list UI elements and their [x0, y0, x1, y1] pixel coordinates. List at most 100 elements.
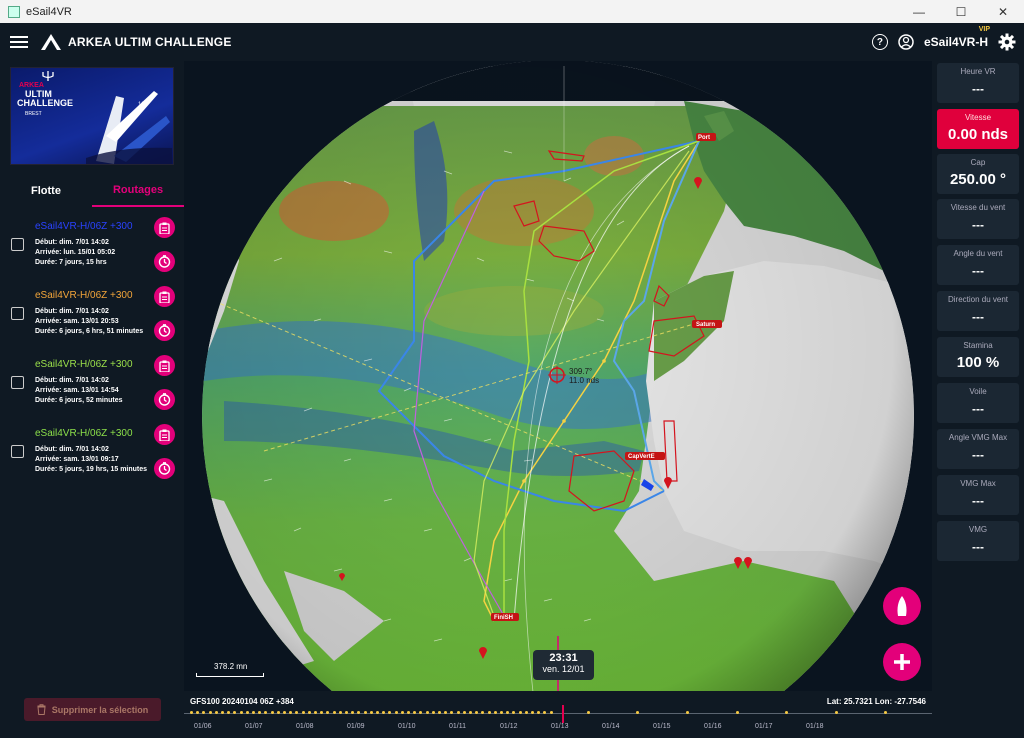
app-title: ARKEA ULTIM CHALLENGE [68, 35, 232, 49]
cursor-crosshair: 309.7° 11.0 nds [548, 366, 599, 385]
timeline-dot [431, 711, 435, 714]
timeline-dot [307, 711, 311, 714]
stat-label: Angle VMG Max [948, 433, 1008, 442]
stat-value: 250.00 ° [949, 171, 1007, 188]
timeline-dot [891, 711, 894, 714]
timeline-dot [779, 711, 782, 714]
current-date: ven. 12/01 [542, 664, 585, 674]
menu-icon[interactable] [10, 33, 28, 51]
timeline-dot [735, 711, 739, 714]
date-label: 01/06 [194, 723, 212, 730]
user-icon[interactable] [898, 34, 914, 50]
route-item: eSail4VR-H/06Z +300 Début: dim. 7/01 14:… [0, 355, 184, 423]
boat-icon [897, 596, 907, 616]
route-arrival: Arrivée: sam. 13/01 14:54 [35, 387, 119, 394]
timeline-cursor[interactable] [562, 705, 564, 723]
stat-label: Voile [969, 387, 987, 396]
globe-view[interactable]: Port Saturn CapVertE FiniSH 309.7° 11.0 … [184, 61, 932, 691]
timeline-bar[interactable]: GFS100 20240104 06Z +384 Lat: 25.7321 Lo… [184, 691, 932, 738]
route-checkbox[interactable] [11, 445, 24, 458]
arkea-logo-icon [41, 34, 61, 50]
delete-selection-label: Supprimer la sélection [51, 704, 149, 715]
timeline-dot [462, 711, 466, 714]
maximize-button[interactable]: ☐ [940, 0, 982, 23]
timeline-dot [493, 711, 497, 714]
trash-icon [37, 704, 46, 715]
timeline-dot [717, 711, 720, 714]
route-checkbox[interactable] [11, 307, 24, 320]
clipboard-icon[interactable] [154, 286, 175, 307]
timer-icon[interactable] [154, 389, 175, 410]
stat-label: VMG Max [960, 479, 996, 488]
route-checkbox[interactable] [11, 376, 24, 389]
app-window: eSail4VR — ☐ ✕ ARKEA ULTIM CHALLENGE ? e… [0, 0, 1024, 738]
stat-label: Vitesse du vent [950, 203, 1006, 212]
current-time: 23:31 [549, 652, 578, 664]
timeline-dot [829, 711, 832, 714]
stat-vitesse: Vitesse 0.00 nds [937, 109, 1019, 149]
trident-logo-icon [42, 71, 54, 81]
route-duration: Durée: 7 jours, 15 hrs [35, 259, 107, 266]
help-icon[interactable]: ? [871, 34, 888, 50]
boat-center-button[interactable] [883, 587, 921, 625]
stat-value: --- [972, 264, 984, 278]
timeline-dot [363, 711, 367, 714]
timeline-dot [301, 711, 305, 714]
stat-label: Heure VR [960, 67, 996, 76]
stat-label: Cap [970, 158, 986, 167]
timeline-dot [922, 711, 925, 714]
date-label: 01/07 [245, 723, 263, 730]
date-label: 01/13 [551, 723, 569, 730]
svg-text:10: 10 [138, 102, 145, 108]
minimize-button[interactable]: — [898, 0, 940, 23]
timeline-dot [841, 711, 844, 714]
timeline-dot [643, 711, 646, 714]
date-label: 01/11 [449, 723, 466, 730]
timeline-dot [556, 711, 559, 714]
tab-flotte[interactable]: Flotte [0, 175, 92, 207]
vip-badge: VIP [978, 26, 990, 33]
stat-label: Angle du vent [953, 249, 1003, 258]
banner-line2: ULTIM CHALLENGE [17, 90, 73, 108]
timeline-dot [332, 711, 336, 714]
app-header: ARKEA ULTIM CHALLENGE ? eSail4VR-H VIP [0, 23, 1024, 61]
clipboard-icon[interactable] [154, 355, 175, 376]
timer-icon[interactable] [154, 320, 175, 341]
gear-icon[interactable] [998, 33, 1016, 51]
date-label: 01/14 [602, 723, 620, 730]
cursor-heading: 309.7° [569, 367, 592, 376]
timeline-dot [773, 711, 776, 714]
clipboard-icon[interactable] [154, 424, 175, 445]
time-bubble: 23:31 ven. 12/01 [533, 650, 594, 680]
stat-value: --- [972, 402, 984, 416]
route-checkbox[interactable] [11, 238, 24, 251]
add-button[interactable] [883, 643, 921, 681]
stat-value: --- [972, 82, 984, 96]
route-duration: Durée: 6 jours, 6 hrs, 51 minutes [35, 328, 144, 335]
close-button[interactable]: ✕ [982, 0, 1024, 23]
timeline-dot [276, 711, 280, 714]
weather-map[interactable]: Port Saturn CapVertE FiniSH 309.7° 11.0 … [184, 61, 932, 691]
stat-value: --- [972, 494, 984, 508]
timeline-dot [500, 711, 503, 714]
route-start: Début: dim. 7/01 14:02 [35, 377, 109, 384]
timeline-dot [834, 711, 838, 714]
timeline-dot [711, 711, 714, 714]
timeline-dot [581, 711, 584, 714]
clipboard-icon[interactable] [154, 217, 175, 238]
date-label: 01/15 [653, 723, 671, 730]
timeline-dot [487, 711, 491, 714]
timer-icon[interactable] [154, 251, 175, 272]
timeline-dot [208, 711, 212, 714]
timeline-dot [531, 711, 534, 714]
timeline-dot [586, 711, 590, 714]
tab-routages[interactable]: Routages [92, 175, 184, 207]
timeline-dot [705, 711, 708, 714]
stat-label: Vitesse [964, 113, 992, 122]
route-start: Début: dim. 7/01 14:02 [35, 308, 109, 315]
timeline-dot [897, 711, 900, 714]
delete-selection-button[interactable]: Supprimer la sélection [24, 698, 161, 721]
banner-line1: ARKEA [19, 82, 44, 89]
user-name[interactable]: eSail4VR-H VIP [924, 26, 990, 49]
timer-icon[interactable] [154, 458, 175, 479]
